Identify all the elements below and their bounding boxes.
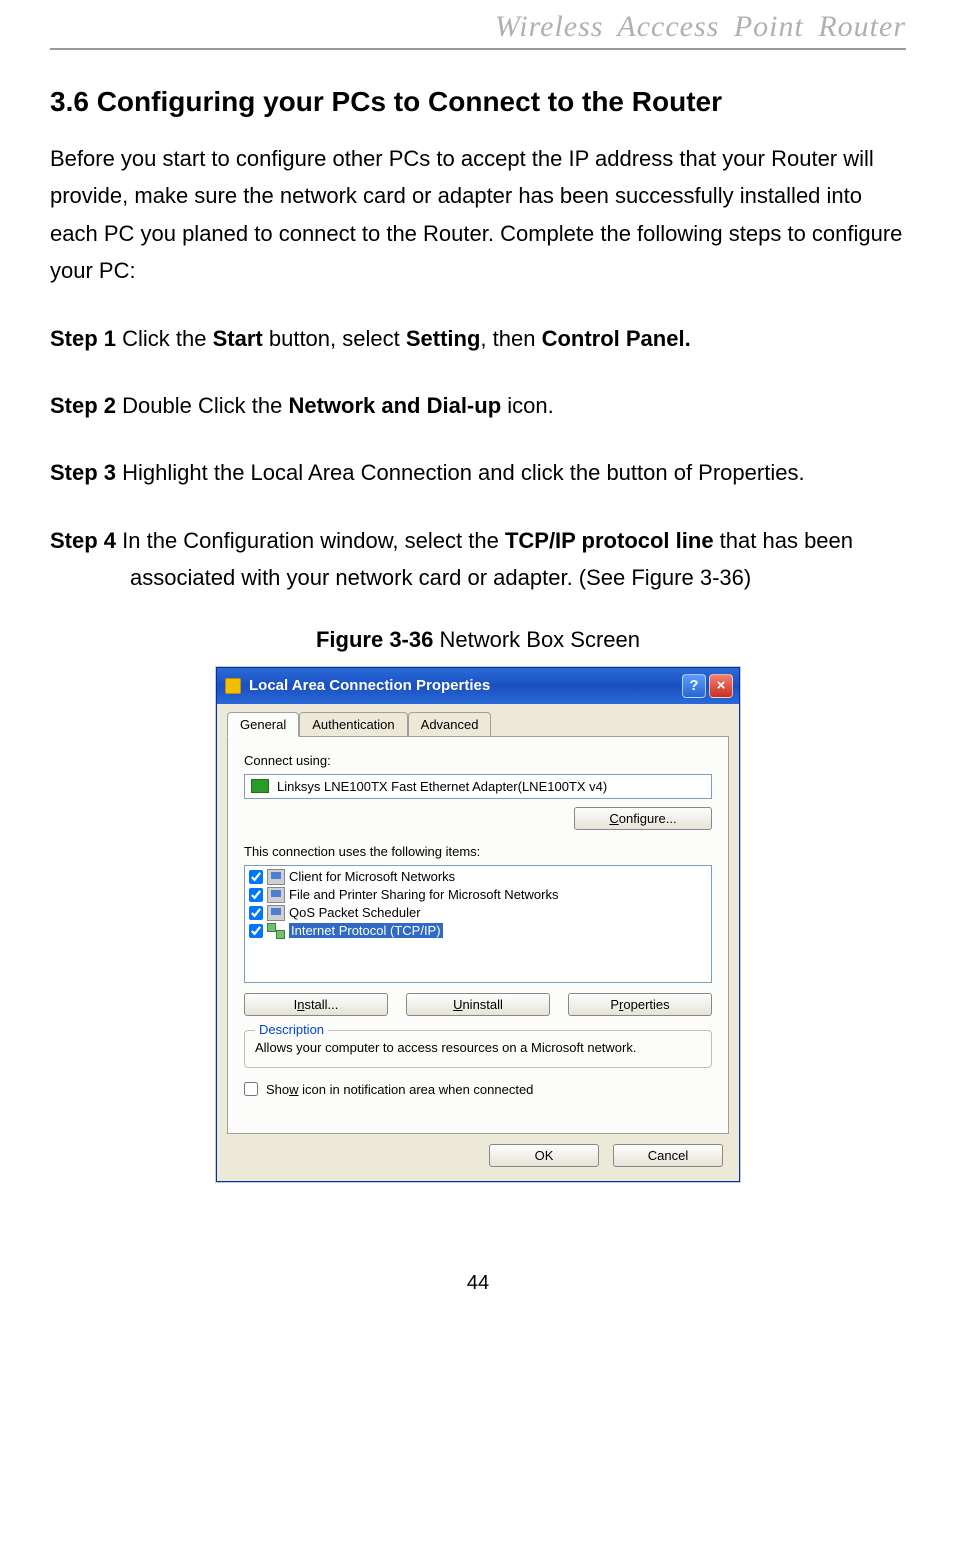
description-text: Allows your computer to access resources… — [255, 1039, 701, 1057]
tab-panel-general: Connect using: Linksys LNE100TX Fast Eth… — [227, 736, 729, 1134]
show-icon-label: Show icon in notification area when conn… — [266, 1082, 533, 1097]
dialog-titlebar: Local Area Connection Properties ? × — [217, 668, 739, 704]
show-icon-checkbox[interactable] — [244, 1082, 258, 1096]
install-button[interactable]: Install...Install... — [244, 993, 388, 1016]
list-item[interactable]: File and Printer Sharing for Microsoft N… — [247, 886, 709, 904]
description-legend: Description — [255, 1022, 328, 1037]
service-icon — [267, 905, 285, 921]
service-icon — [267, 887, 285, 903]
step-1-label: Step 1 — [50, 326, 116, 351]
client-icon — [267, 869, 285, 885]
properties-button[interactable]: PropertiesProperties — [568, 993, 712, 1016]
page-header: Wireless Acccess Point Router — [50, 10, 906, 50]
show-icon-row[interactable]: Show icon in notification area when conn… — [244, 1082, 712, 1097]
list-item-selected[interactable]: Internet Protocol (TCP/IP) — [247, 922, 709, 940]
cancel-button[interactable]: Cancel — [613, 1144, 723, 1167]
step-2: Step 2 Double Click the Network and Dial… — [50, 387, 906, 424]
step-4: Step 4 In the Configuration window, sele… — [50, 522, 906, 597]
item-checkbox[interactable] — [249, 870, 263, 884]
connection-icon — [225, 678, 241, 694]
item-checkbox[interactable] — [249, 906, 263, 920]
page-number: 44 — [50, 1272, 906, 1295]
dialog-tabs: General Authentication Advanced — [217, 704, 739, 736]
tab-advanced[interactable]: Advanced — [408, 712, 492, 736]
tab-general[interactable]: General — [227, 712, 299, 737]
adapter-name: Linksys LNE100TX Fast Ethernet Adapter(L… — [277, 779, 607, 794]
close-button[interactable]: × — [709, 674, 733, 698]
figure-caption: Figure 3-36 Network Box Screen — [50, 627, 906, 653]
step-1: Step 1 Click the Start button, select Se… — [50, 320, 906, 357]
items-label: This connection uses the following items… — [244, 844, 712, 859]
section-title: 3.6 Configuring your PCs to Connect to t… — [50, 86, 906, 118]
help-button[interactable]: ? — [682, 674, 706, 698]
dialog-title: Local Area Connection Properties — [249, 677, 490, 694]
list-item[interactable]: Client for Microsoft Networks — [247, 868, 709, 886]
nic-icon — [251, 779, 269, 793]
item-checkbox[interactable] — [249, 888, 263, 902]
step-3: Step 3 Highlight the Local Area Connecti… — [50, 454, 906, 491]
uninstall-button[interactable]: UninstallUninstall — [406, 993, 550, 1016]
configure-button[interactable]: CConfigure...onfigure... — [574, 807, 712, 830]
adapter-field: Linksys LNE100TX Fast Ethernet Adapter(L… — [244, 774, 712, 799]
connect-using-label: Connect using: — [244, 753, 712, 768]
ok-button[interactable]: OK — [489, 1144, 599, 1167]
properties-dialog: Local Area Connection Properties ? × Gen… — [216, 667, 740, 1182]
items-list[interactable]: Client for Microsoft Networks File and P… — [244, 865, 712, 983]
protocol-icon — [267, 923, 285, 939]
header-title: Wireless Acccess Point Router — [495, 10, 906, 43]
step-3-label: Step 3 — [50, 460, 116, 485]
list-item[interactable]: QoS Packet Scheduler — [247, 904, 709, 922]
tab-authentication[interactable]: Authentication — [299, 712, 407, 736]
intro-paragraph: Before you start to configure other PCs … — [50, 140, 906, 290]
description-fieldset: Description Allows your computer to acce… — [244, 1030, 712, 1068]
step-4-label: Step 4 — [50, 528, 116, 553]
step-2-label: Step 2 — [50, 393, 116, 418]
item-checkbox[interactable] — [249, 924, 263, 938]
